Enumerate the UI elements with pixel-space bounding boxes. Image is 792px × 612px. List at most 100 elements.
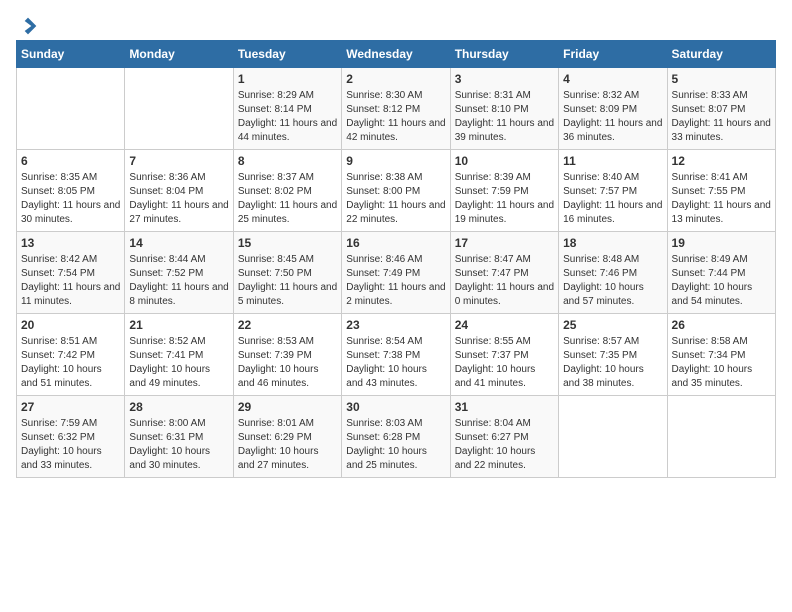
weekday-header: Wednesday (342, 41, 450, 68)
weekday-header: Tuesday (233, 41, 341, 68)
day-info: Sunrise: 8:30 AM Sunset: 8:12 PM Dayligh… (346, 89, 445, 145)
calendar-cell: 1 Sunrise: 8:29 AM Sunset: 8:14 PM Daylig… (233, 68, 341, 150)
day-number: 4 (563, 72, 662, 86)
day-number: 19 (672, 236, 771, 250)
day-info: Sunrise: 8:00 AM Sunset: 6:31 PM Dayligh… (129, 417, 228, 473)
day-info: Sunrise: 8:53 AM Sunset: 7:39 PM Dayligh… (238, 335, 337, 391)
day-info: Sunrise: 8:52 AM Sunset: 7:41 PM Dayligh… (129, 335, 228, 391)
calendar-cell: 31 Sunrise: 8:04 AM Sunset: 6:27 PM Dayli… (450, 396, 558, 478)
weekday-header: Monday (125, 41, 233, 68)
day-number: 9 (346, 154, 445, 168)
day-number: 11 (563, 154, 662, 168)
day-info: Sunrise: 8:58 AM Sunset: 7:34 PM Dayligh… (672, 335, 771, 391)
day-number: 7 (129, 154, 228, 168)
calendar-cell: 5 Sunrise: 8:33 AM Sunset: 8:07 PM Daylig… (667, 68, 775, 150)
weekday-header: Sunday (17, 41, 125, 68)
calendar-cell: 2 Sunrise: 8:30 AM Sunset: 8:12 PM Daylig… (342, 68, 450, 150)
calendar-cell: 9 Sunrise: 8:38 AM Sunset: 8:00 PM Daylig… (342, 150, 450, 232)
day-number: 29 (238, 400, 337, 414)
day-number: 28 (129, 400, 228, 414)
calendar-cell (17, 68, 125, 150)
calendar-cell: 25 Sunrise: 8:57 AM Sunset: 7:35 PM Dayli… (559, 314, 667, 396)
day-info: Sunrise: 8:29 AM Sunset: 8:14 PM Dayligh… (238, 89, 337, 145)
calendar-cell: 30 Sunrise: 8:03 AM Sunset: 6:28 PM Dayli… (342, 396, 450, 478)
day-info: Sunrise: 8:36 AM Sunset: 8:04 PM Dayligh… (129, 171, 228, 227)
day-number: 30 (346, 400, 445, 414)
day-info: Sunrise: 8:31 AM Sunset: 8:10 PM Dayligh… (455, 89, 554, 145)
day-info: Sunrise: 8:03 AM Sunset: 6:28 PM Dayligh… (346, 417, 445, 473)
day-number: 3 (455, 72, 554, 86)
day-info: Sunrise: 8:33 AM Sunset: 8:07 PM Dayligh… (672, 89, 771, 145)
calendar-cell: 23 Sunrise: 8:54 AM Sunset: 7:38 PM Dayli… (342, 314, 450, 396)
calendar-cell: 18 Sunrise: 8:48 AM Sunset: 7:46 PM Dayli… (559, 232, 667, 314)
day-info: Sunrise: 8:46 AM Sunset: 7:49 PM Dayligh… (346, 253, 445, 309)
header-row: SundayMondayTuesdayWednesdayThursdayFrid… (17, 41, 776, 68)
weekday-header: Thursday (450, 41, 558, 68)
day-number: 15 (238, 236, 337, 250)
day-number: 22 (238, 318, 337, 332)
calendar-cell: 24Sunrise: 8:55 AM Sunset: 7:37 PM Dayli… (450, 314, 558, 396)
calendar-cell: 21 Sunrise: 8:52 AM Sunset: 7:41 PM Dayli… (125, 314, 233, 396)
calendar-cell: 3 Sunrise: 8:31 AM Sunset: 8:10 PM Daylig… (450, 68, 558, 150)
page-header (16, 16, 776, 32)
day-number: 5 (672, 72, 771, 86)
calendar-cell: 10Sunrise: 8:39 AM Sunset: 7:59 PM Dayli… (450, 150, 558, 232)
calendar-cell: 6 Sunrise: 8:35 AM Sunset: 8:05 PM Daylig… (17, 150, 125, 232)
calendar-cell: 4 Sunrise: 8:32 AM Sunset: 8:09 PM Daylig… (559, 68, 667, 150)
day-number: 1 (238, 72, 337, 86)
day-info: Sunrise: 8:48 AM Sunset: 7:46 PM Dayligh… (563, 253, 662, 309)
day-number: 13 (21, 236, 120, 250)
day-number: 25 (563, 318, 662, 332)
logo (16, 16, 38, 32)
weekday-header: Saturday (667, 41, 775, 68)
calendar-cell: 27 Sunrise: 7:59 AM Sunset: 6:32 PM Dayli… (17, 396, 125, 478)
calendar-cell: 28 Sunrise: 8:00 AM Sunset: 6:31 PM Dayli… (125, 396, 233, 478)
calendar-cell (125, 68, 233, 150)
day-number: 17 (455, 236, 554, 250)
day-info: Sunrise: 8:04 AM Sunset: 6:27 PM Dayligh… (455, 417, 554, 473)
day-number: 20 (21, 318, 120, 332)
calendar-table: SundayMondayTuesdayWednesdayThursdayFrid… (16, 40, 776, 478)
day-number: 23 (346, 318, 445, 332)
day-number: 6 (21, 154, 120, 168)
calendar-cell: 26Sunrise: 8:58 AM Sunset: 7:34 PM Dayli… (667, 314, 775, 396)
calendar-cell (667, 396, 775, 478)
calendar-cell: 16 Sunrise: 8:46 AM Sunset: 7:49 PM Dayli… (342, 232, 450, 314)
day-number: 31 (455, 400, 554, 414)
logo-icon (18, 16, 38, 36)
day-info: Sunrise: 8:51 AM Sunset: 7:42 PM Dayligh… (21, 335, 120, 391)
day-info: Sunrise: 8:49 AM Sunset: 7:44 PM Dayligh… (672, 253, 771, 309)
day-number: 16 (346, 236, 445, 250)
day-number: 18 (563, 236, 662, 250)
day-number: 27 (21, 400, 120, 414)
day-number: 21 (129, 318, 228, 332)
day-info: Sunrise: 7:59 AM Sunset: 6:32 PM Dayligh… (21, 417, 120, 473)
day-number: 12 (672, 154, 771, 168)
day-info: Sunrise: 8:39 AM Sunset: 7:59 PM Dayligh… (455, 171, 554, 227)
day-info: Sunrise: 8:57 AM Sunset: 7:35 PM Dayligh… (563, 335, 662, 391)
day-info: Sunrise: 8:45 AM Sunset: 7:50 PM Dayligh… (238, 253, 337, 309)
calendar-cell: 17 Sunrise: 8:47 AM Sunset: 7:47 PM Dayli… (450, 232, 558, 314)
week-row: 6 Sunrise: 8:35 AM Sunset: 8:05 PM Daylig… (17, 150, 776, 232)
week-row: 13 Sunrise: 8:42 AM Sunset: 7:54 PM Dayli… (17, 232, 776, 314)
week-row: 20 Sunrise: 8:51 AM Sunset: 7:42 PM Dayli… (17, 314, 776, 396)
day-info: Sunrise: 8:42 AM Sunset: 7:54 PM Dayligh… (21, 253, 120, 309)
day-info: Sunrise: 8:44 AM Sunset: 7:52 PM Dayligh… (129, 253, 228, 309)
day-number: 24 (455, 318, 554, 332)
calendar-cell: 15 Sunrise: 8:45 AM Sunset: 7:50 PM Dayli… (233, 232, 341, 314)
calendar-cell (559, 396, 667, 478)
week-row: 1 Sunrise: 8:29 AM Sunset: 8:14 PM Daylig… (17, 68, 776, 150)
day-info: Sunrise: 8:01 AM Sunset: 6:29 PM Dayligh… (238, 417, 337, 473)
calendar-cell: 8Sunrise: 8:37 AM Sunset: 8:02 PM Daylig… (233, 150, 341, 232)
calendar-cell: 12Sunrise: 8:41 AM Sunset: 7:55 PM Dayli… (667, 150, 775, 232)
day-info: Sunrise: 8:32 AM Sunset: 8:09 PM Dayligh… (563, 89, 662, 145)
day-number: 2 (346, 72, 445, 86)
calendar-cell: 11Sunrise: 8:40 AM Sunset: 7:57 PM Dayli… (559, 150, 667, 232)
weekday-header: Friday (559, 41, 667, 68)
calendar-cell: 14Sunrise: 8:44 AM Sunset: 7:52 PM Dayli… (125, 232, 233, 314)
day-info: Sunrise: 8:47 AM Sunset: 7:47 PM Dayligh… (455, 253, 554, 309)
day-info: Sunrise: 8:54 AM Sunset: 7:38 PM Dayligh… (346, 335, 445, 391)
day-info: Sunrise: 8:38 AM Sunset: 8:00 PM Dayligh… (346, 171, 445, 227)
day-info: Sunrise: 8:35 AM Sunset: 8:05 PM Dayligh… (21, 171, 120, 227)
calendar-cell: 29 Sunrise: 8:01 AM Sunset: 6:29 PM Dayli… (233, 396, 341, 478)
